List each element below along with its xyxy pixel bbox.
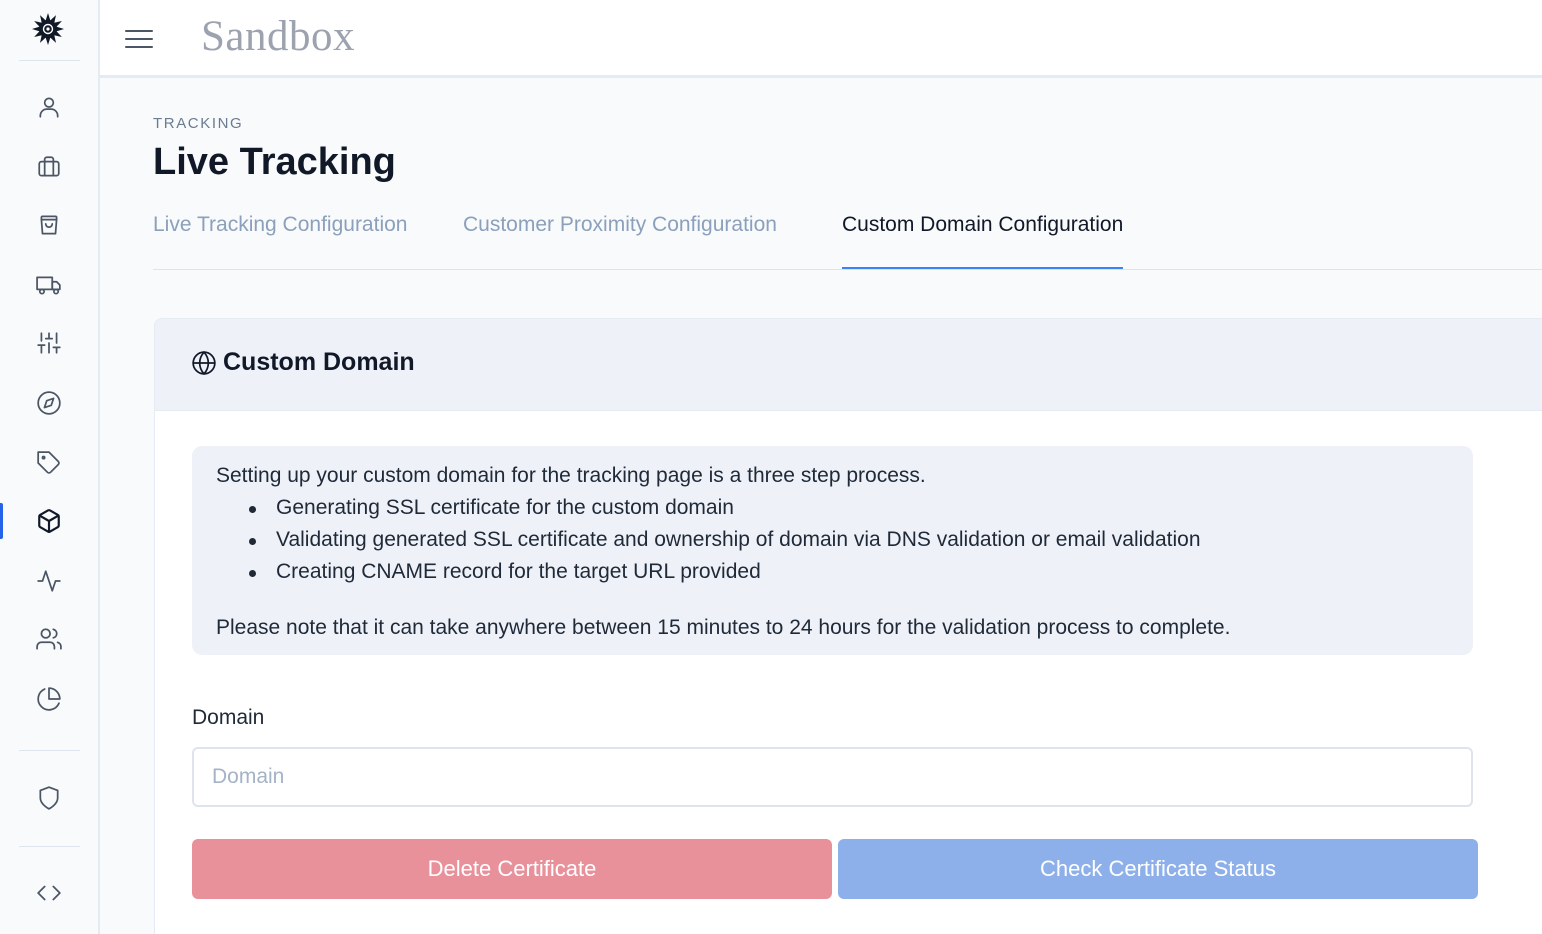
menu-icon[interactable] (124, 26, 154, 52)
info-box: Setting up your custom domain for the tr… (192, 446, 1473, 655)
card-title: Custom Domain (223, 348, 415, 376)
tab-live-tracking-configuration[interactable]: Live Tracking Configuration (153, 205, 407, 269)
list-item: Generating SSL certificate for the custo… (216, 492, 1449, 524)
brand-name: Sandbox (201, 13, 355, 60)
sliders-icon (37, 332, 61, 354)
activity-icon (37, 570, 61, 592)
breadcrumb: TRACKING (153, 115, 244, 132)
card-header: Custom Domain (155, 319, 1542, 411)
top-bar: Sandbox (100, 0, 1542, 78)
delete-certificate-button[interactable]: Delete Certificate (192, 839, 832, 899)
logo-icon[interactable] (29, 10, 67, 48)
domain-label: Domain (192, 706, 265, 729)
custom-domain-card: Custom Domain Setting up your custom dom… (154, 318, 1542, 934)
sidebar-item-developer[interactable] (0, 871, 98, 915)
shopping-bag-icon (40, 215, 58, 235)
truck-icon (36, 276, 61, 295)
sidebar-item-orders[interactable] (0, 203, 98, 247)
domain-input[interactable] (192, 747, 1473, 807)
steps-list: Generating SSL certificate for the custo… (216, 492, 1449, 588)
tag-icon (37, 451, 60, 474)
sidebar-item-users-profile[interactable] (0, 85, 98, 129)
user-icon (39, 97, 59, 118)
sidebar-item-pricing[interactable] (0, 441, 98, 485)
pie-chart-icon (37, 687, 61, 711)
sidebar-divider (19, 846, 80, 847)
briefcase-icon (38, 156, 60, 177)
code-icon (37, 885, 61, 901)
compass-icon (37, 391, 61, 415)
sidebar-item-analytics[interactable] (0, 677, 98, 721)
users-icon (36, 628, 62, 650)
info-intro: Setting up your custom domain for the tr… (216, 464, 926, 487)
sidebar-item-settings[interactable] (0, 321, 98, 365)
sidebar-item-tracking[interactable] (0, 499, 98, 543)
sidebar (0, 0, 100, 934)
sidebar-item-delivery[interactable] (0, 263, 98, 307)
sidebar-item-team[interactable] (0, 617, 98, 661)
page-title: Live Tracking (153, 141, 396, 183)
sidebar-divider (19, 750, 80, 751)
package-icon (38, 509, 60, 533)
tab-bar: Live Tracking Configuration Customer Pro… (153, 205, 1542, 270)
shield-icon (39, 786, 59, 810)
sidebar-item-security[interactable] (0, 776, 98, 820)
sidebar-item-explore[interactable] (0, 381, 98, 425)
tab-customer-proximity-configuration[interactable]: Customer Proximity Configuration (463, 205, 777, 269)
globe-icon (192, 350, 216, 376)
check-certificate-status-button[interactable]: Check Certificate Status (838, 839, 1478, 899)
sidebar-item-business[interactable] (0, 145, 98, 189)
sidebar-item-activity[interactable] (0, 559, 98, 603)
sidebar-divider (19, 60, 80, 61)
tab-custom-domain-configuration[interactable]: Custom Domain Configuration (842, 205, 1124, 269)
info-note: Please note that it can take anywhere be… (216, 616, 1231, 639)
list-item: Creating CNAME record for the target URL… (216, 556, 1449, 588)
list-item: Validating generated SSL certificate and… (216, 524, 1449, 556)
